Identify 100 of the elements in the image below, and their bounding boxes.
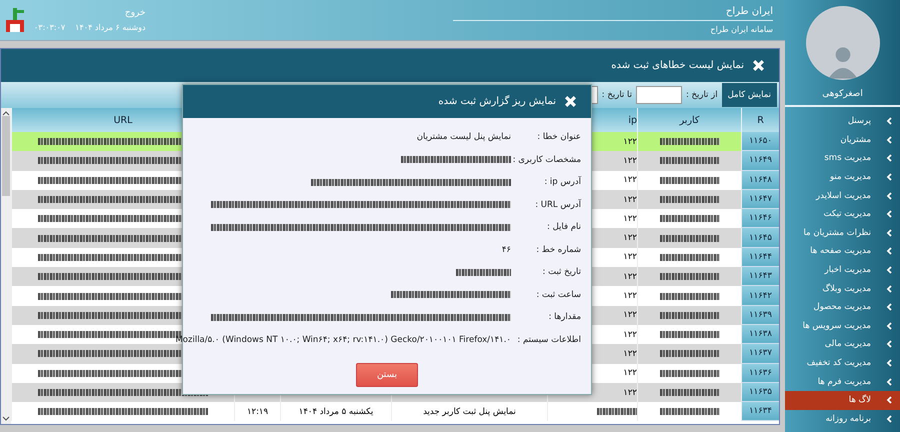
table-cell: ۱۲۲ (623, 310, 637, 320)
field-label: عنوان خطا : (536, 132, 581, 142)
sidebar-item[interactable]: مدیریت صفحه ها (785, 242, 900, 261)
sidebar-item[interactable]: مدیریت محصول (785, 298, 900, 317)
field-label: مشخصات کاربری : (512, 154, 581, 165)
sidebar-item[interactable]: مدیریت sms (785, 149, 900, 168)
table-cell: ۱۲۲ (623, 348, 637, 359)
date-text: دوشنبه ۶ مرداد ۱۴۰۴ (75, 23, 146, 32)
column-header: URL (114, 114, 132, 126)
field-label: شماره خط : (535, 244, 581, 255)
sidebar-item[interactable]: مدیریت کد تخفیف (785, 354, 900, 372)
table-cell: ۱۲۲ (623, 272, 637, 282)
close-icon[interactable] (752, 59, 765, 72)
sidebar-item[interactable]: مدیریت وبلاگ (785, 279, 900, 298)
sidebar-item[interactable]: مدیریت فرم ها (785, 372, 900, 391)
chevron-icon (886, 340, 892, 348)
chevron-icon (886, 266, 892, 274)
chevron-icon (886, 228, 892, 237)
field-label: نام فایل : (546, 222, 581, 232)
chevron-icon (886, 414, 892, 423)
table-cell: ۱۱۶۳۵ (749, 387, 772, 397)
user-name: اصغرکوهی (822, 89, 863, 99)
chevron-icon (886, 210, 892, 218)
field-label: آدرس ip : (543, 177, 581, 188)
sidebar-item[interactable]: مدیریت مالی (785, 335, 900, 354)
column-header: R (757, 114, 764, 126)
chevron-icon (886, 192, 892, 200)
table-cell: ۱۲۲ (623, 330, 637, 340)
table-cell: ۱۱۶۴۲ (749, 290, 772, 301)
to-date-label: تا تاریخ : (602, 90, 632, 100)
from-date-label: از تاریخ : (686, 90, 718, 100)
chevron-icon (886, 136, 892, 144)
table-cell: نمایش پنل ثبت کاربر جدید (423, 406, 516, 417)
sidebar-item[interactable]: مدیریت اخبار (785, 260, 900, 280)
chevron-icon (886, 173, 892, 182)
field-label: آدرس URL : (534, 200, 581, 210)
chevron-icon (886, 247, 892, 256)
sidebar-item[interactable]: مشتریان (785, 130, 900, 150)
sidebar-item[interactable]: مدیریت منو (785, 168, 900, 186)
table-cell: ۱۲۲ (623, 252, 637, 262)
table-cell: ۱۱۶۳۶ (749, 368, 772, 378)
table-cell: ۱۱۶۳۷ (749, 348, 772, 358)
sidebar-item[interactable]: نظرات مشتریان ما (785, 224, 900, 242)
scroll-up-icon[interactable] (2, 110, 10, 116)
dialog-title: نمایش ریز گزارش ثبت شده (438, 96, 556, 107)
close-icon[interactable] (564, 95, 577, 108)
table-cell: ۱۲۲ (623, 368, 637, 378)
scroll-down-icon[interactable] (2, 416, 10, 422)
sidebar-item[interactable]: لاگ ها (785, 390, 900, 410)
close-button[interactable]: بستن (356, 363, 418, 387)
table-cell: ۱۱۶۴۷ (749, 194, 772, 204)
chevron-icon (886, 154, 892, 162)
sidebar-item[interactable]: مدیریت اسلایدر (785, 186, 900, 205)
field-value: Mozilla/۵.۰ (Windows NT ۱۰.۰; Win۶۴; x۶۴; rv:۱۴۱.۰) Gecko/۲۰۱۰۰۱۰۱ Firefox/۱۴۱.۰ (175, 334, 511, 345)
chevron-icon (886, 322, 892, 330)
table-cell: ۱۲۲ (623, 136, 637, 147)
table-cell: ۱۱۶۵۰ (749, 136, 772, 146)
table-cell: ۱۱۶۳۴ (749, 406, 772, 416)
table-cell: ۱۲۲ (623, 156, 637, 166)
site-subtitle: سامانه ایران طراح (709, 25, 773, 34)
table-cell: ۱۱۶۴۶ (749, 213, 772, 224)
table-cell: ۱۱۶۴۹ (749, 155, 772, 166)
table-cell: ۱۱۶۴۸ (749, 174, 772, 185)
table-cell: ۱۲۲ (623, 175, 637, 186)
from-date-field[interactable] (636, 86, 682, 104)
field-label: تاریخ ثبت : (542, 267, 581, 278)
sidebar-item[interactable]: پرسنل (785, 112, 900, 131)
table-cell: ۱۲:۱۹ (246, 406, 268, 417)
scrollbar[interactable] (1, 108, 11, 424)
field-label: ساعت ثبت : (535, 290, 581, 300)
table-cell: یکشنبه ۵ مرداد ۱۴۰۴ (298, 406, 374, 417)
sidebar-item[interactable]: مدیریت سرویس ها (785, 316, 900, 336)
table-cell: ۱۱۶۳۹ (749, 310, 772, 320)
table-cell: ۱۲۲ (623, 291, 637, 302)
sidebar-item[interactable]: مدیریت تیکت (785, 204, 900, 224)
panel-title: نمایش لیست خطاهای ثبت شده (611, 60, 744, 71)
table-cell: ۱۲۲ (623, 194, 637, 205)
show-all-button[interactable]: نمایش کامل (722, 83, 777, 107)
table-cell: ۱۱۶۴۴ (749, 252, 772, 262)
field-value: ۴۶ (502, 244, 511, 255)
table-cell: ۱۲۲ (623, 214, 637, 224)
chevron-icon (886, 303, 892, 312)
column-header: ip (628, 114, 637, 126)
table-cell: ۱۱۶۳۸ (749, 329, 772, 340)
table-cell: ۱۱۶۴۳ (749, 271, 772, 282)
logo-icon (4, 7, 26, 33)
chevron-icon (886, 117, 892, 126)
field-label: مقدارها : (548, 312, 581, 322)
table-cell: ۱۲۲ (623, 233, 637, 244)
site-title: ایران طراح (453, 6, 773, 21)
table-cell: ۱۲۲ (623, 388, 637, 398)
sidebar-item[interactable]: برنامه روزانه (785, 410, 900, 428)
field-value: نمایش پنل لیست مشتریان (416, 132, 511, 142)
table-row[interactable]: ۱۱۶۳۴ نمایش پنل ثبت کاربر جدید یکشنبه ۵ مرداد ۱۴۰۴ ۱۲:۱۹ (11, 402, 779, 422)
chevron-icon (886, 396, 892, 404)
chevron-icon (886, 378, 892, 386)
scrollbar-thumb[interactable] (2, 116, 10, 196)
table-cell: ۱۱۶۴۵ (749, 232, 772, 243)
time-text: ۰۳:۰۳:۰۷ (34, 23, 66, 32)
column-header: کاربر (680, 114, 700, 126)
